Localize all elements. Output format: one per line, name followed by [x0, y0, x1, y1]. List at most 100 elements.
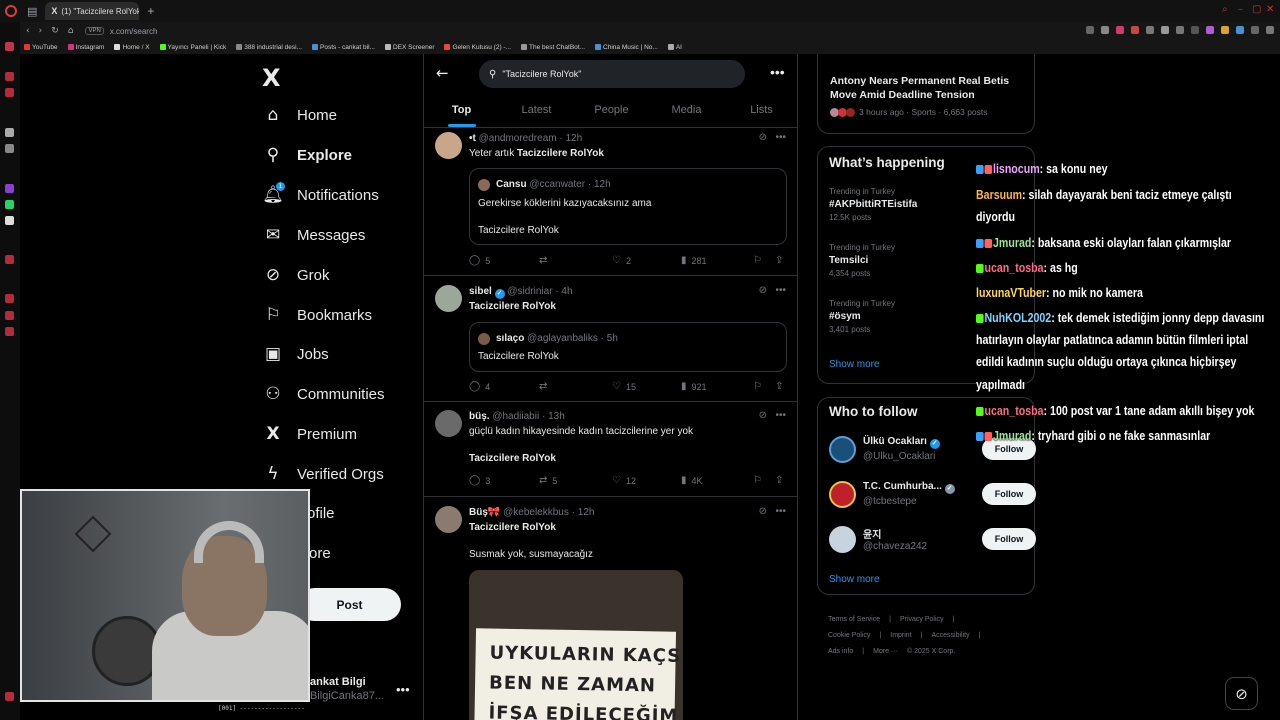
- extension-icon[interactable]: [1251, 26, 1259, 34]
- avatar[interactable]: [435, 285, 462, 312]
- bookmark-button[interactable]: ⚐: [753, 255, 762, 266]
- follow-button[interactable]: Follow: [982, 483, 1036, 505]
- back-nav-icon[interactable]: ‹: [26, 26, 30, 36]
- tweet-more-icon[interactable]: •••: [775, 132, 786, 143]
- footer-link[interactable]: Accessibility: [931, 632, 969, 639]
- bookmark-item[interactable]: DEX Screener: [384, 43, 434, 51]
- grok-icon[interactable]: ⊘: [759, 506, 767, 517]
- vpn-badge[interactable]: VPN: [85, 27, 104, 35]
- like-button[interactable]: ♡ 2: [612, 255, 631, 266]
- nav-communities[interactable]: ⚇ Communities: [262, 382, 384, 406]
- footer-link[interactable]: Privacy Policy: [900, 616, 944, 623]
- nav-verified-orgs[interactable]: ϟ Verified Orgs: [262, 462, 383, 486]
- footer-link[interactable]: Ads info: [828, 648, 853, 655]
- minimize-icon[interactable]: –: [1238, 4, 1243, 15]
- extension-icon[interactable]: [1236, 26, 1244, 34]
- news-card[interactable]: Antony Nears Permanent Real Betis Move A…: [817, 54, 1035, 134]
- footer-more-link[interactable]: More ···: [873, 648, 898, 655]
- repost-button[interactable]: ⇄: [539, 381, 552, 392]
- nav-messages[interactable]: ✉ Messages: [262, 223, 366, 247]
- x-app-icon[interactable]: [5, 216, 14, 225]
- nav-grok[interactable]: ⊘ Grok: [262, 263, 330, 287]
- extension-icon[interactable]: [1086, 26, 1094, 34]
- sidebar-app-icon[interactable]: [5, 311, 14, 320]
- tweet-time[interactable]: · 12h: [559, 133, 582, 144]
- search-tabs-icon[interactable]: ⌕: [1222, 4, 1228, 15]
- trend-item[interactable]: Trending in Turkey #AKPbittiRTEistifa 12…: [829, 187, 917, 222]
- whatsapp-icon[interactable]: [5, 200, 14, 209]
- tweet-author-handle[interactable]: @kebelekkbus: [503, 507, 569, 518]
- bookmark-item[interactable]: China Music | No...: [595, 43, 658, 51]
- nav-profile[interactable]: ofile: [307, 501, 335, 525]
- hashtag-link[interactable]: Tacizcilere RolYok: [517, 148, 604, 159]
- share-button[interactable]: ⇪: [775, 475, 783, 486]
- tweet-time[interactable]: · 13h: [542, 411, 565, 422]
- sidebar-app-icon[interactable]: [5, 88, 14, 97]
- reload-icon[interactable]: ↻: [51, 26, 59, 36]
- tweet-author-name[interactable]: Büş🎀: [469, 507, 500, 518]
- tweet-more-icon[interactable]: •••: [775, 506, 786, 517]
- grok-floating-button[interactable]: ⊘: [1225, 677, 1258, 710]
- quoted-tweet[interactable]: sılaço @aglayanbaliks · 5h Tacizcilere R…: [469, 322, 787, 372]
- tab-people[interactable]: People: [574, 94, 649, 127]
- menu-icon[interactable]: [1266, 26, 1274, 34]
- extension-icon[interactable]: [1101, 26, 1109, 34]
- tweet-more-icon[interactable]: •••: [775, 410, 786, 421]
- repost-button[interactable]: ⇄: [539, 255, 552, 266]
- bookmark-item[interactable]: Instagram: [67, 43, 104, 51]
- tab-latest[interactable]: Latest: [499, 94, 574, 127]
- tweet[interactable]: büş. @hadiiabii · 13h ⊘ ••• güçlü kadın …: [424, 402, 797, 497]
- trend-item[interactable]: Trending in Turkey Temsilci 4,354 posts: [829, 243, 895, 278]
- tab-lists[interactable]: Lists: [724, 94, 797, 127]
- share-button[interactable]: ⇪: [775, 381, 783, 392]
- follow-button[interactable]: Follow: [982, 528, 1036, 550]
- extension-icon[interactable]: [1191, 26, 1199, 34]
- sidebar-settings-icon[interactable]: [5, 692, 14, 701]
- sidebar-app-icon[interactable]: [5, 42, 14, 51]
- tweet-time[interactable]: · 4h: [555, 286, 572, 297]
- sidebar-app-icon[interactable]: [5, 144, 14, 153]
- speed-dial-icon[interactable]: ⌂: [68, 26, 74, 36]
- avatar[interactable]: [435, 132, 462, 159]
- forward-nav-icon[interactable]: ›: [39, 26, 43, 36]
- extension-icon[interactable]: [1161, 26, 1169, 34]
- tab-media[interactable]: Media: [649, 94, 724, 127]
- bookmark-item[interactable]: Yayıncı Paneli | Kick: [159, 43, 226, 51]
- nav-more[interactable]: ore: [309, 541, 331, 565]
- avatar[interactable]: [435, 506, 462, 533]
- hashtag-link[interactable]: Tacizcilere RolYok: [469, 453, 556, 464]
- tweet-time[interactable]: · 12h: [572, 507, 595, 518]
- search-input[interactable]: ⚲ "Tacizcilere RolYok": [479, 60, 745, 88]
- show-more-link[interactable]: Show more: [829, 574, 880, 585]
- browser-tab[interactable]: X (1) "Tacizcilere RolYok" - ×: [45, 2, 140, 20]
- nav-premium[interactable]: X Premium: [262, 422, 357, 446]
- tweet-author-name[interactable]: büş.: [469, 411, 490, 422]
- new-tab-button[interactable]: +: [147, 4, 154, 18]
- account-more-icon[interactable]: •••: [396, 682, 410, 697]
- sidebar-app-icon[interactable]: [5, 255, 14, 264]
- post-button[interactable]: Post: [298, 588, 401, 621]
- bookmark-item[interactable]: Home / X: [114, 43, 150, 51]
- bookmark-item[interactable]: The best ChatBot...: [521, 43, 585, 51]
- tweet-author-handle[interactable]: @andmoredream: [479, 133, 557, 144]
- nav-notifications[interactable]: 🔔︎ 1 Notifications: [262, 182, 379, 207]
- opera-logo-icon[interactable]: [5, 5, 17, 17]
- quoted-tweet[interactable]: Cansu @ccanwater · 12h Gerekirse kökleri…: [469, 168, 787, 245]
- tweet-author-name[interactable]: sibel: [469, 286, 492, 297]
- nav-jobs[interactable]: ▣ Jobs: [262, 342, 329, 366]
- bookmark-button[interactable]: ⚐: [753, 475, 762, 486]
- account-switcher[interactable]: ankat Bilgi BilgiCanka87...: [310, 676, 384, 702]
- show-more-link[interactable]: Show more: [829, 359, 880, 370]
- views-button[interactable]: ▮ 4K: [681, 475, 703, 486]
- extension-icon[interactable]: [1131, 26, 1139, 34]
- share-button[interactable]: ⇪: [775, 255, 783, 266]
- bookmark-button[interactable]: ⚐: [753, 381, 762, 392]
- tab-list-icon[interactable]: ▤: [27, 5, 37, 18]
- back-arrow-icon[interactable]: ←: [436, 64, 449, 82]
- close-window-icon[interactable]: ✕: [1266, 4, 1274, 15]
- sidebar-app-icon[interactable]: [5, 128, 14, 137]
- footer-link[interactable]: Terms of Service: [828, 616, 880, 623]
- hashtag-link[interactable]: Tacizcilere RolYok: [469, 522, 556, 533]
- extension-icon[interactable]: [1116, 26, 1124, 34]
- tweet-author-handle[interactable]: @hadiiabii: [492, 411, 539, 422]
